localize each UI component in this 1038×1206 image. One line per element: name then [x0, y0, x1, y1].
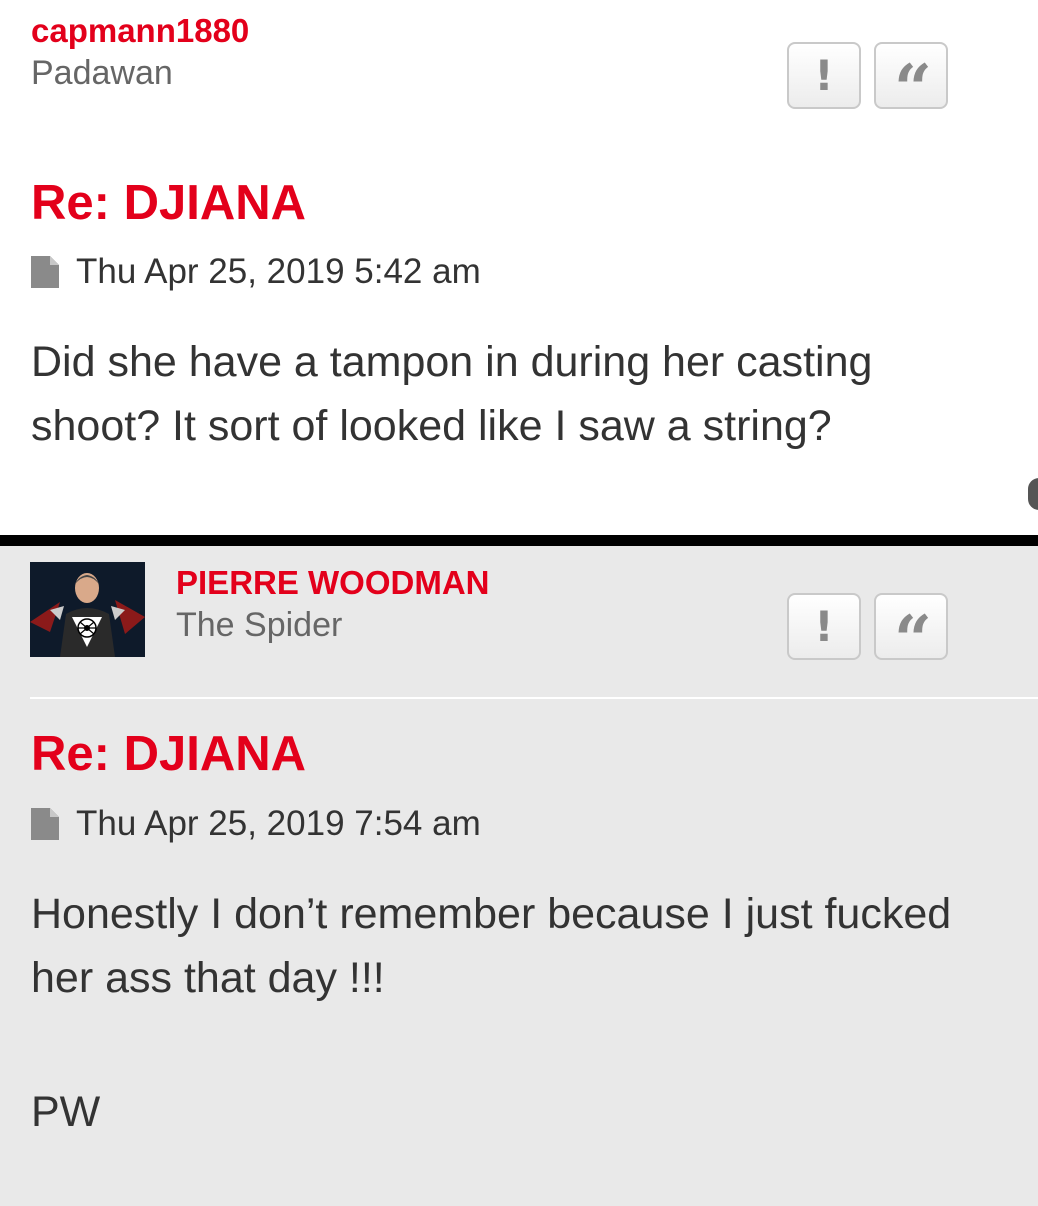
post-signature: PW	[31, 1088, 101, 1136]
report-button[interactable]: !	[787, 42, 861, 109]
document-icon	[31, 256, 59, 288]
post-author-rank: Padawan	[31, 54, 173, 92]
post-date: Thu Apr 25, 2019 7:54 am	[76, 804, 481, 843]
post-author-username[interactable]: PIERRE WOODMAN	[176, 564, 490, 602]
post-2: PIERRE WOODMAN The Spider ! “ Re: DJIANA…	[0, 546, 1038, 1206]
post-content-line: Did she have a tampon in during her cast…	[31, 338, 873, 386]
quote-button[interactable]: “	[874, 42, 948, 122]
post-date: Thu Apr 25, 2019 5:42 am	[76, 252, 481, 291]
post-title[interactable]: Re: DJIANA	[31, 175, 306, 231]
exclamation-icon: !	[814, 51, 834, 100]
scroll-handle[interactable]	[1028, 478, 1038, 510]
post-content-line: shoot? It sort of looked like I saw a st…	[31, 402, 832, 450]
quote-icon: “	[894, 49, 932, 128]
post-1: capmann1880 Padawan ! “ Re: DJIANA Thu A…	[0, 0, 1038, 535]
post-content: Did she have a tampon in during her cast…	[31, 330, 1028, 458]
exclamation-icon: !	[814, 602, 834, 651]
post-title[interactable]: Re: DJIANA	[31, 726, 306, 782]
report-button[interactable]: !	[787, 593, 861, 660]
post-author-rank: The Spider	[176, 606, 343, 644]
quote-button[interactable]: “	[874, 593, 948, 673]
post-content-line: her ass that day !!!	[31, 954, 385, 1002]
avatar-image	[30, 562, 145, 657]
post-author-username[interactable]: capmann1880	[31, 12, 249, 50]
document-icon	[31, 808, 59, 840]
post-content: Honestly I don’t remember because I just…	[31, 882, 1028, 1010]
post-date-row: Thu Apr 25, 2019 5:42 am	[31, 252, 481, 292]
post-date-row: Thu Apr 25, 2019 7:54 am	[31, 804, 481, 844]
post-divider	[0, 535, 1038, 546]
profile-separator	[30, 697, 1038, 699]
avatar[interactable]	[30, 562, 145, 657]
post-content-line: Honestly I don’t remember because I just…	[31, 890, 952, 938]
quote-icon: “	[894, 600, 932, 679]
